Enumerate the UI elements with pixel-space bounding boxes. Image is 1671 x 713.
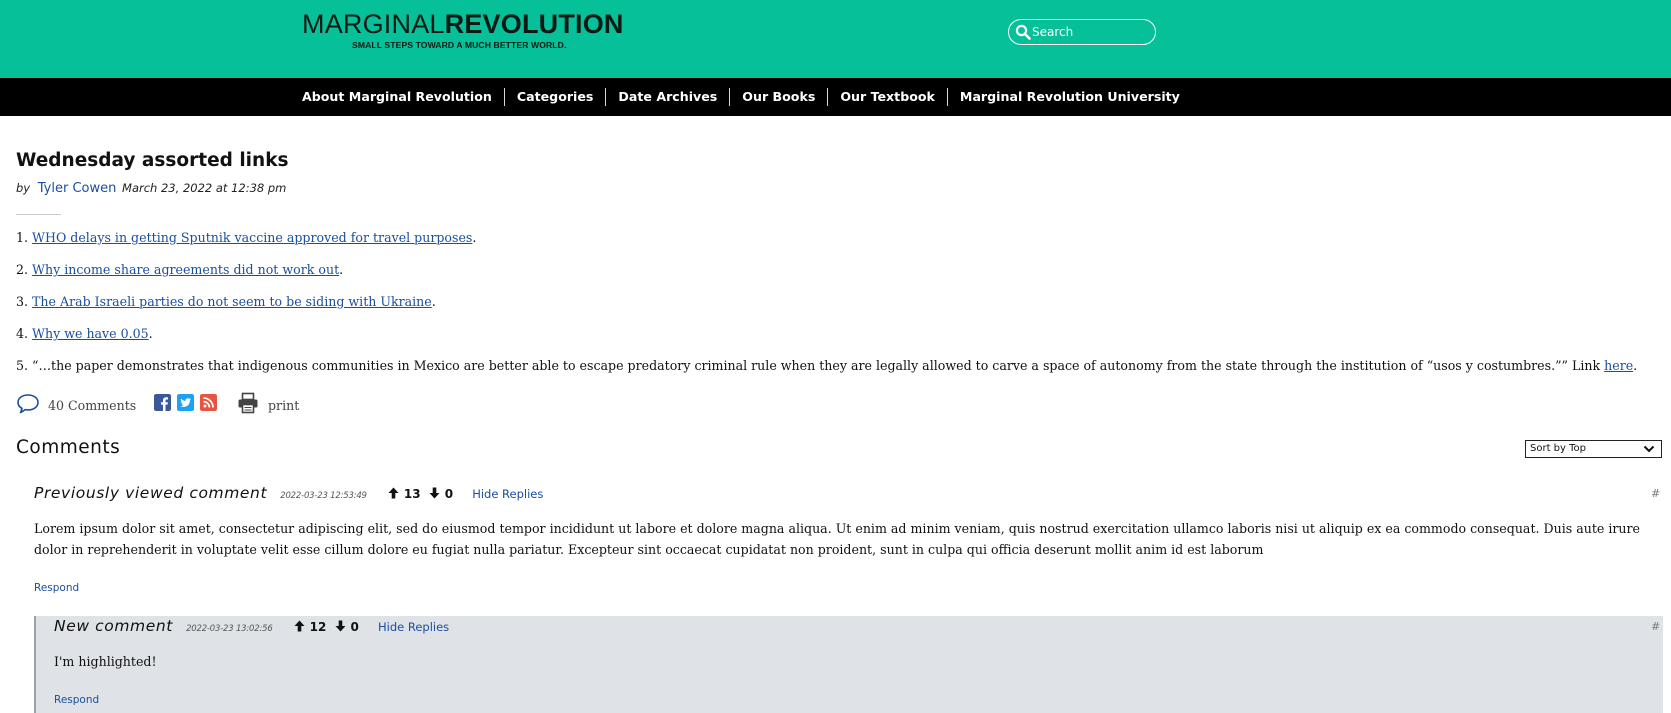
comment-header: New comment 2022-03-23 13:02:56 12 0 Hid… (54, 616, 449, 635)
list-item: 3. The Arab Israeli parties do not seem … (16, 294, 436, 309)
post-actions: 40 Comments print (16, 392, 416, 419)
comment-votes: 12 0 (294, 620, 363, 634)
logo-light-text: MARGINAL (302, 9, 445, 39)
post-link[interactable]: The Arab Israeli parties do not seem to … (32, 294, 432, 309)
upvote-arrow-icon[interactable] (388, 487, 399, 499)
comment-author: New comment (54, 617, 173, 635)
search-icon[interactable] (1015, 24, 1031, 40)
post-byline: by Tyler Cowen March 23, 2022 at 12:38 p… (16, 181, 286, 196)
comment-date[interactable]: 2022-03-23 13:02:56 (186, 624, 273, 634)
author-link[interactable]: Tyler Cowen (38, 181, 117, 196)
comment-permalink[interactable]: # (1651, 487, 1660, 500)
rss-icon[interactable] (200, 394, 217, 411)
list-suffix: . (1633, 358, 1638, 373)
comment-date[interactable]: 2022-03-23 12:53:49 (280, 491, 367, 501)
downvote-arrow-icon[interactable] (335, 620, 346, 632)
twitter-icon[interactable] (177, 394, 194, 411)
list-number: 3. (16, 294, 33, 309)
logo-bold-text: REVOLUTION (444, 9, 624, 39)
nav-mru[interactable]: Marginal Revolution University (946, 88, 1192, 106)
site-logo[interactable]: MARGINALREVOLUTION SMALL STEPS TOWARD A … (302, 9, 624, 50)
nav-categories[interactable]: Categories (503, 88, 606, 106)
list-item: 4. Why we have 0.05. (16, 326, 153, 341)
here-link[interactable]: here (1604, 358, 1633, 373)
chevron-down-icon (1643, 445, 1655, 453)
list-item: 2. Why income share agreements did not w… (16, 262, 343, 277)
list-suffix: . (339, 262, 344, 277)
downvote-count: 0 (350, 619, 359, 634)
post-link[interactable]: WHO delays in getting Sputnik vaccine ap… (32, 230, 472, 245)
comment-bubble-icon[interactable] (16, 393, 40, 415)
post-link[interactable]: Why income share agreements did not work… (32, 262, 339, 277)
title-divider (16, 214, 61, 215)
list-number: 1. (16, 230, 33, 245)
site-tagline: SMALL STEPS TOWARD A MUCH BETTER WORLD. (352, 40, 567, 50)
comment-votes: 13 0 (388, 487, 457, 501)
upvote-count: 13 (403, 486, 421, 501)
post-link[interactable]: Why we have 0.05 (32, 326, 149, 341)
list-number: 2. (16, 262, 33, 277)
search-box[interactable] (1008, 19, 1156, 45)
print-link[interactable]: print (268, 398, 299, 413)
reply-comment-highlighted: New comment 2022-03-23 13:02:56 12 0 Hid… (34, 616, 1663, 713)
search-input[interactable] (1032, 22, 1150, 42)
list-suffix: . (472, 230, 477, 245)
list-suffix: . (431, 294, 436, 309)
nav-our-books[interactable]: Our Books (729, 88, 827, 106)
downvote-count: 0 (444, 486, 454, 501)
quote-text: 5. “…the paper demonstrates that indigen… (16, 358, 1605, 373)
site-header: MARGINALREVOLUTION SMALL STEPS TOWARD A … (0, 0, 1671, 78)
sort-select[interactable]: Sort by Top (1525, 440, 1662, 458)
printer-icon[interactable] (237, 392, 259, 414)
comment-permalink[interactable]: # (1651, 620, 1660, 633)
post-title[interactable]: Wednesday assorted links (16, 150, 289, 171)
post-date: March 23, 2022 at 12:38 pm (122, 181, 287, 195)
comment-body: I'm highlighted! (54, 654, 157, 669)
nav-about[interactable]: About Marginal Revolution (302, 88, 504, 106)
comments-heading: Comments (16, 437, 121, 458)
list-item: 5. “…the paper demonstrates that indigen… (16, 358, 1637, 373)
list-suffix: . (148, 326, 153, 341)
comment-header: Previously viewed comment 2022-03-23 12:… (34, 483, 543, 502)
comment-author: Previously viewed comment (34, 484, 268, 502)
comment-body: Lorem ipsum dolor sit amet, consectetur … (34, 521, 1640, 557)
list-number: 4. (16, 326, 33, 341)
nav-date-archives[interactable]: Date Archives (605, 88, 729, 106)
hide-replies-link[interactable]: Hide Replies (378, 620, 449, 634)
upvote-arrow-icon[interactable] (294, 620, 305, 632)
comment-count-link[interactable]: 40 Comments (48, 398, 136, 413)
respond-link[interactable]: Respond (34, 582, 79, 594)
nav-our-textbook[interactable]: Our Textbook (827, 88, 947, 106)
downvote-arrow-icon[interactable] (429, 487, 440, 499)
byline-by: by (16, 181, 31, 195)
facebook-icon[interactable] (154, 394, 171, 411)
main-nav: About Marginal Revolution Categories Dat… (0, 78, 1671, 116)
hide-replies-link[interactable]: Hide Replies (472, 487, 543, 501)
respond-link[interactable]: Respond (54, 694, 99, 706)
upvote-count: 12 (309, 619, 327, 634)
list-item: 1. WHO delays in getting Sputnik vaccine… (16, 230, 476, 245)
logo-wordmark: MARGINALREVOLUTION (302, 9, 624, 39)
sort-value: Sort by Top (1530, 443, 1586, 454)
